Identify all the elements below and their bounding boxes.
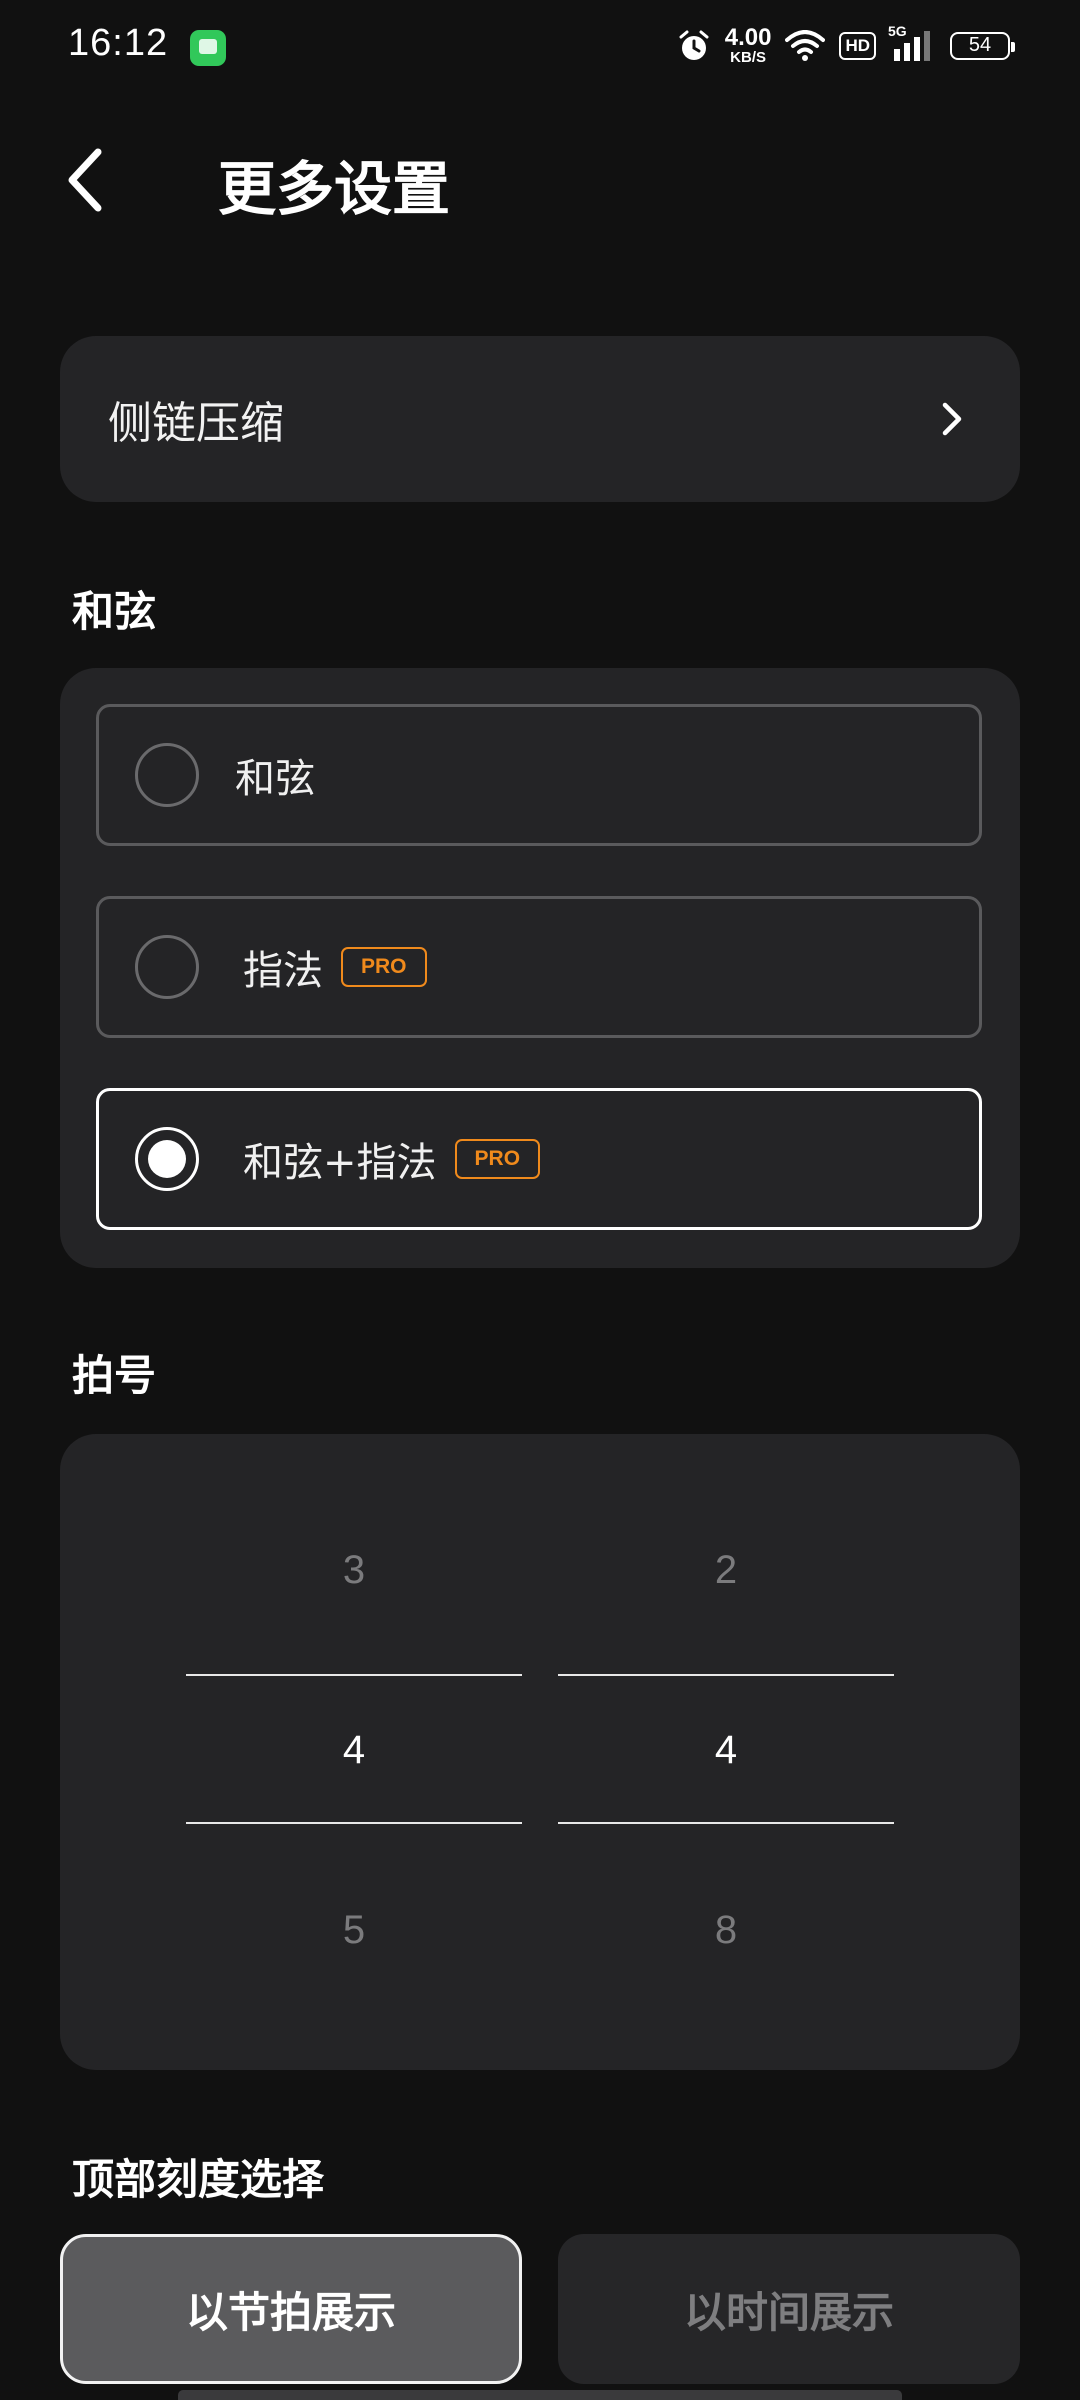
- selection-line-top: [558, 1674, 894, 1676]
- pro-badge: PRO: [454, 1139, 541, 1179]
- show-by-time-button[interactable]: 以时间展示: [558, 2234, 1020, 2384]
- wifi-icon: [785, 29, 826, 62]
- option-label: 和弦: [235, 746, 315, 804]
- network-speed: 4.00 KB/S: [724, 24, 772, 66]
- signal-icon: 5G: [888, 23, 936, 65]
- denominator-selected[interactable]: 4: [558, 1728, 894, 1773]
- numerator-below[interactable]: 5: [186, 1908, 522, 1953]
- option-text: 和弦+指法: [243, 1140, 437, 1186]
- bottom-sheet-handle: [178, 2390, 902, 2400]
- option-label: 和弦+指法 PRO: [243, 1130, 541, 1188]
- sidechain-label: 侧链压缩: [108, 398, 284, 449]
- status-indicators: 4.00 KB/S HD 5G 54: [677, 23, 1015, 66]
- network-speed-value: 4.00: [724, 24, 772, 51]
- radio-selected-dot: [148, 1140, 186, 1178]
- time-signature-picker: 3 4 5 2 4 8: [60, 1434, 1020, 2070]
- battery-level: 54: [968, 34, 992, 56]
- alarm-icon: [677, 29, 711, 63]
- denominator-below[interactable]: 8: [558, 1908, 894, 1953]
- chevron-right-icon: [942, 402, 962, 436]
- selection-line-bottom: [186, 1822, 522, 1824]
- selection-line-top: [186, 1674, 522, 1676]
- chord-option-chord-and-fingering[interactable]: 和弦+指法 PRO: [96, 1088, 982, 1230]
- page-title: 更多设置: [218, 155, 451, 223]
- numerator-above[interactable]: 3: [186, 1548, 522, 1593]
- sidechain-compression-item[interactable]: 侧链压缩: [60, 336, 1020, 502]
- numerator-selected[interactable]: 4: [186, 1728, 522, 1773]
- chord-option-fingering[interactable]: 指法 PRO: [96, 896, 982, 1038]
- radio-button[interactable]: [135, 935, 199, 999]
- option-text: 和弦: [235, 756, 315, 802]
- back-button[interactable]: [54, 140, 114, 220]
- messages-app-icon: [190, 30, 226, 66]
- pro-badge: PRO: [341, 947, 427, 987]
- denominator-above[interactable]: 2: [558, 1548, 894, 1593]
- battery-icon: 54: [950, 31, 1015, 60]
- radio-button-selected[interactable]: [135, 1127, 199, 1191]
- network-speed-unit: KB/S: [730, 49, 766, 66]
- chord-options-card: 和弦 指法 PRO 和弦+指法 PRO: [60, 668, 1020, 1268]
- show-by-beat-button[interactable]: 以节拍展示: [60, 2234, 522, 2384]
- status-bar: 16:12 4.00 KB/S HD 5G 54: [0, 0, 1080, 96]
- chord-option-chord[interactable]: 和弦: [96, 704, 982, 846]
- chord-section-title: 和弦: [72, 587, 157, 636]
- chevron-left-icon: [68, 148, 102, 212]
- denominator-wheel[interactable]: 2 4 8: [558, 1434, 894, 2070]
- radio-button[interactable]: [135, 743, 199, 807]
- option-label: 指法 PRO: [243, 938, 427, 996]
- status-time: 16:12: [68, 22, 169, 64]
- selection-line-bottom: [558, 1822, 894, 1824]
- numerator-wheel[interactable]: 3 4 5: [186, 1434, 522, 2070]
- time-signature-section-title: 拍号: [72, 1351, 157, 1400]
- network-type-label: 5G: [888, 22, 907, 39]
- top-scale-section-title: 顶部刻度选择: [72, 2155, 325, 2204]
- hd-badge: HD: [839, 31, 876, 60]
- option-text: 指法: [243, 948, 323, 994]
